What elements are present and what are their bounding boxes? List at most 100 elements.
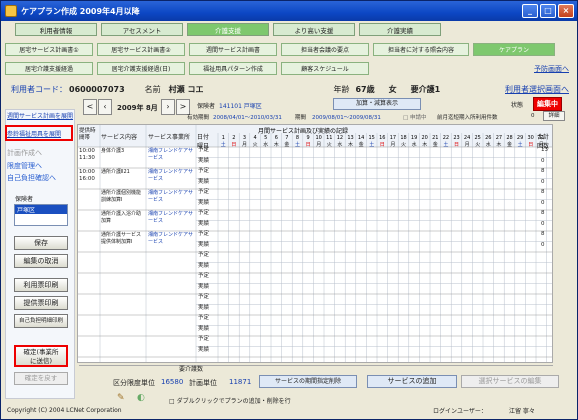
confirm-send-button[interactable]: 確定(事業所 に送信) bbox=[14, 345, 68, 367]
tab-assessment[interactable]: アセスメント bbox=[101, 23, 183, 36]
minimize-button[interactable]: _ bbox=[522, 4, 538, 18]
addon-display-button[interactable]: 加算・減算表示 bbox=[333, 98, 421, 110]
tab-weekly-plan[interactable]: 週間サービス計画書 bbox=[189, 43, 277, 56]
save-button[interactable]: 保存 bbox=[14, 236, 68, 250]
user-age: 67歳 bbox=[355, 84, 375, 94]
dow-cell: 木 bbox=[496, 141, 501, 148]
date-cell: 3 bbox=[243, 135, 246, 141]
status-badge: 編集中 bbox=[533, 97, 562, 111]
dow-cell: 火 bbox=[327, 142, 332, 148]
add-service-button[interactable]: サービスの追加 bbox=[367, 375, 457, 388]
tab-higher-support[interactable]: より高い支援 bbox=[273, 23, 355, 36]
app-icon bbox=[5, 5, 17, 17]
dow-cell: 土 bbox=[518, 141, 523, 148]
tab-support-progress-day[interactable]: 居宅介護支援経過(日) bbox=[97, 62, 185, 75]
valid-label: 有効期間 bbox=[187, 115, 210, 121]
print-provision-button[interactable]: 提供票印刷 bbox=[14, 296, 68, 310]
date-cell: 14 bbox=[358, 135, 364, 141]
detail-button[interactable]: 詳細 bbox=[543, 111, 565, 121]
dow-cell: 木 bbox=[422, 141, 427, 148]
dow-cell: 水 bbox=[337, 141, 342, 148]
period-label: 期間 bbox=[295, 115, 307, 121]
total-label: 要介護数 bbox=[179, 366, 204, 373]
globe-icon: ◐ bbox=[137, 393, 145, 403]
provider-cell: 湘南フレンドケアサービス bbox=[148, 211, 194, 224]
tab-plan-2[interactable]: 居宅サービス計画書② bbox=[97, 43, 185, 56]
tab-plan-1[interactable]: 居宅サービス計画書① bbox=[5, 43, 93, 56]
date-cell: 8 bbox=[296, 135, 299, 141]
print-usage-button[interactable]: 利用票印刷 bbox=[14, 278, 68, 292]
total-actual-cell: 0 bbox=[541, 178, 545, 185]
applying-checkbox[interactable]: □ 申請中 bbox=[403, 113, 426, 121]
date-cell: 12 bbox=[337, 135, 343, 141]
date-cell: 13 bbox=[347, 135, 353, 141]
print-self-pay-button[interactable]: 自己負担明細印刷 bbox=[14, 314, 68, 328]
date-cell: 11 bbox=[326, 135, 332, 141]
total-actual-cell: 0 bbox=[541, 220, 545, 227]
tab-support-progress[interactable]: 居宅介護支援経過 bbox=[5, 62, 93, 75]
tab-client-schedule[interactable]: 顧客スケジュール bbox=[281, 62, 369, 75]
prev-month-value: 0 bbox=[531, 113, 535, 119]
tab-meeting-points[interactable]: 担当者会議の要点 bbox=[281, 43, 369, 56]
limit-label: 区分限度単位 bbox=[113, 379, 155, 387]
total-actual-cell: 0 bbox=[541, 199, 545, 206]
date-cell: 4 bbox=[254, 135, 257, 141]
applying-label: 申請中 bbox=[409, 115, 427, 121]
service-content-cell: 通所介護Ⅱ21 bbox=[101, 169, 130, 175]
time-header: 提供時間帯 bbox=[79, 128, 96, 141]
total-plan-cell: 13 bbox=[541, 147, 548, 153]
dow-cell: 木 bbox=[274, 141, 279, 148]
edit-service-button[interactable]: 選択サービスの編集 bbox=[461, 375, 559, 388]
date-cell: 23 bbox=[453, 135, 459, 141]
actual-label-cell: 実績 bbox=[198, 178, 210, 185]
expand-weekly-link[interactable]: 週間サービス計画を展開 bbox=[7, 111, 73, 120]
prevention-link[interactable]: 予防画面へ bbox=[534, 64, 569, 74]
dow-cell: 土 bbox=[443, 141, 448, 148]
age-label: 年齢 bbox=[333, 84, 350, 94]
login-label: ログインユーザー： bbox=[433, 407, 487, 415]
dow-cell: 水 bbox=[263, 141, 268, 148]
reset-confirm-button[interactable]: 確定を戻す bbox=[14, 372, 68, 385]
tab-welfare-pattern[interactable]: 福祉用具パターン作成 bbox=[189, 62, 277, 75]
insurer-list-label: 保険者 bbox=[15, 196, 34, 203]
limit-link[interactable]: 限度管理へ bbox=[7, 161, 42, 171]
total-plan-cell: 8 bbox=[541, 231, 545, 237]
insurer-list-item[interactable]: 戸塚区 bbox=[15, 205, 67, 214]
actual-label-cell: 実績 bbox=[198, 325, 210, 332]
sub-tabs-1: 居宅サービス計画書① 居宅サービス計画書② 週間サービス計画書 担当者会議の要点… bbox=[5, 43, 573, 57]
tab-inquiry[interactable]: 担当者に対する照会内容 bbox=[373, 43, 469, 56]
date-cell: 28 bbox=[506, 135, 512, 141]
plan-link[interactable]: 計画作成へ bbox=[7, 148, 42, 158]
provider-cell: 湘南フレンドケアサービス bbox=[148, 232, 194, 245]
user-list-link[interactable]: 利用者選択画面へ bbox=[505, 84, 569, 95]
plan-label-cell: 予定 bbox=[198, 336, 210, 342]
insurer-label: 保険者 bbox=[197, 103, 216, 110]
undo-button[interactable]: 編集の取消 bbox=[14, 254, 68, 268]
actual-label-cell: 実績 bbox=[198, 199, 210, 206]
tab-care-support[interactable]: 介護支援 bbox=[187, 23, 269, 36]
prev-month-button[interactable]: < bbox=[83, 99, 97, 115]
prev-year-button[interactable]: ‹ bbox=[98, 99, 112, 115]
close-button[interactable]: × bbox=[558, 4, 574, 18]
title-bar: ケアプラン作成 2009年4月以降 _ □ × bbox=[1, 1, 577, 21]
period-delete-button[interactable]: サービスの期間指定削除 bbox=[259, 375, 357, 388]
maximize-button[interactable]: □ bbox=[540, 4, 556, 18]
tab-care-results[interactable]: 介護実績 bbox=[359, 23, 441, 36]
dow-cell: 水 bbox=[412, 141, 417, 148]
provider-cell: 湘南フレンドケアサービス bbox=[148, 190, 194, 203]
service-content-cell: 通所介護個別機能訓練加算Ⅰ bbox=[101, 190, 142, 203]
dow-cell: 月 bbox=[316, 142, 321, 148]
insurer-listbox[interactable]: 戸塚区 bbox=[14, 204, 68, 226]
dow-cell: 金 bbox=[284, 141, 289, 148]
self-pay-link[interactable]: 自己負担確認へ bbox=[7, 173, 56, 183]
next-year-button[interactable]: › bbox=[161, 99, 175, 115]
plan-label-cell: 予定 bbox=[198, 210, 210, 216]
actual-label-cell: 実績 bbox=[198, 220, 210, 227]
service-content-cell: 身体介護3 bbox=[101, 148, 125, 154]
tab-user-info[interactable]: 利用者情報 bbox=[15, 23, 97, 36]
dow-cell: 火 bbox=[401, 142, 406, 148]
dow-cell: 土 bbox=[221, 141, 226, 148]
dow-cell: 水 bbox=[486, 141, 491, 148]
expand-welfare-link[interactable]: 参鈴福祉用具を展開 bbox=[7, 129, 61, 138]
tab-careplan[interactable]: ケアプラン bbox=[473, 43, 555, 56]
